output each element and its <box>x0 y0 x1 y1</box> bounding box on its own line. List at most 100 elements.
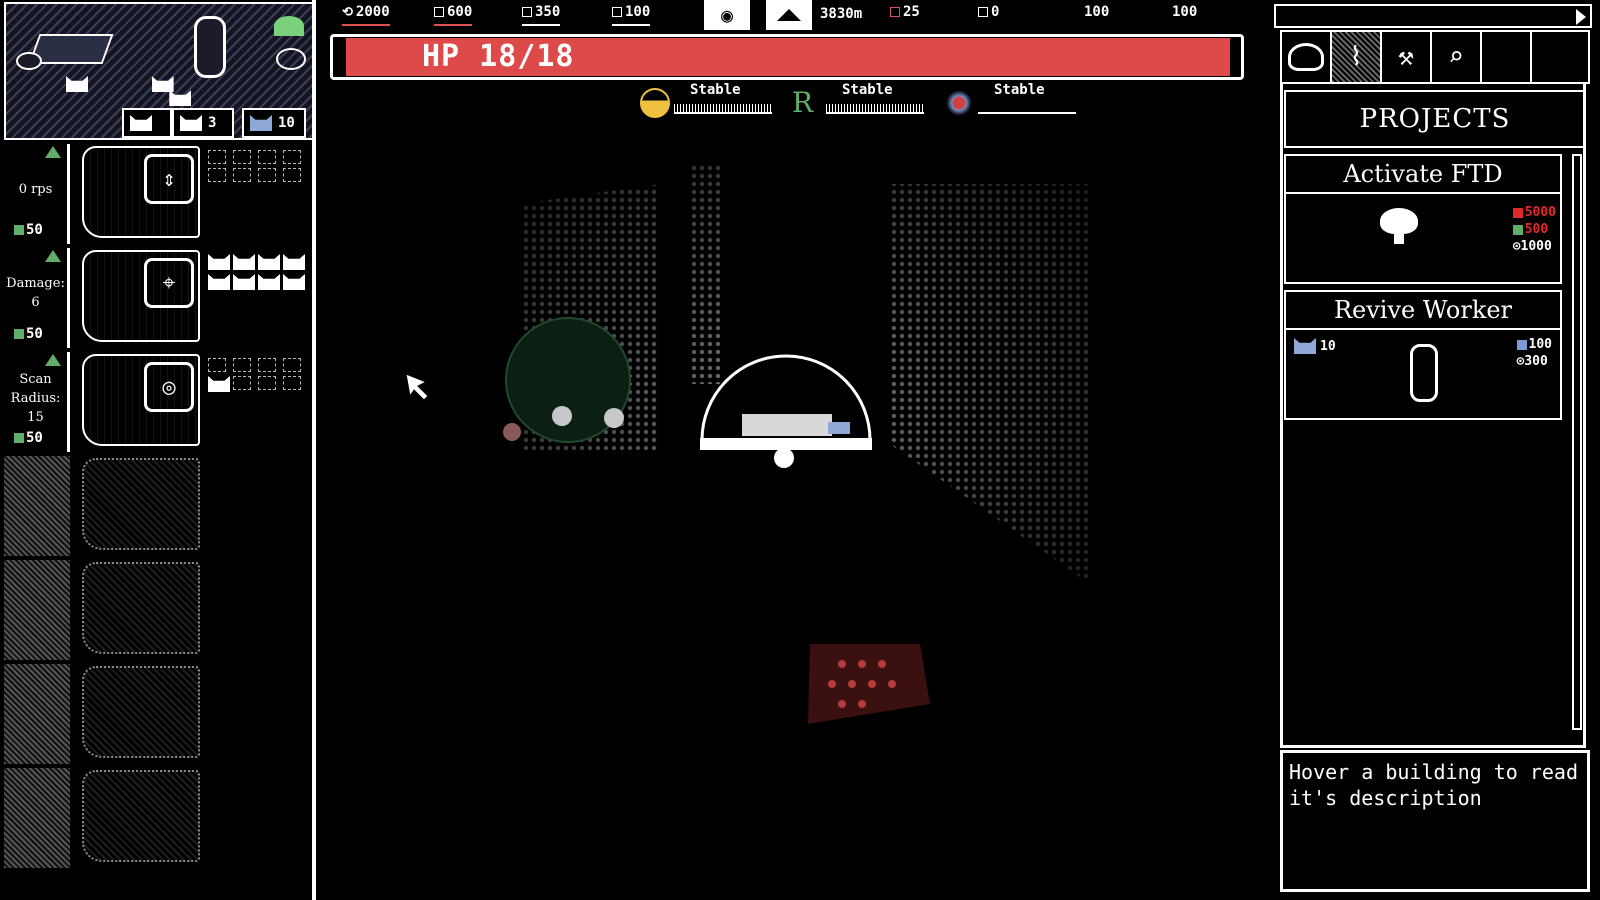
tab-dome[interactable] <box>1282 32 1332 82</box>
locked-hatch <box>4 560 70 660</box>
target-icon: ⌖ <box>144 258 194 308</box>
tab-search[interactable]: ⌕ <box>1432 32 1482 82</box>
worker-cat-icon[interactable] <box>208 274 230 290</box>
total-workers-count: 10 <box>278 115 295 131</box>
red-ore-icon <box>890 7 900 17</box>
worker-cat-icon <box>151 76 174 92</box>
worker-cat-icon <box>66 76 88 92</box>
station-stat-label: 0 rps <box>18 182 53 197</box>
empty-slot-icon[interactable] <box>258 150 276 164</box>
rock-wall-right <box>890 184 1090 584</box>
empty-slot-icon[interactable] <box>233 376 251 390</box>
vision-toggle-button[interactable]: ◉ <box>704 0 750 30</box>
projects-scrollbar[interactable] <box>1572 154 1582 730</box>
worker-cat-icon[interactable] <box>208 254 230 270</box>
cost-time: ⊙1000 <box>1512 239 1552 254</box>
gauge-bar <box>826 104 924 114</box>
upgrade-arrow-icon[interactable] <box>45 250 61 262</box>
cost-time: ⊙300 <box>1516 354 1548 369</box>
stool-icon <box>16 52 42 70</box>
worker-cat-icon[interactable] <box>233 274 255 290</box>
dome-icon <box>1288 43 1324 71</box>
worker-slots[interactable] <box>208 254 308 290</box>
locked-machine <box>82 770 200 862</box>
worker-cat-icon <box>180 115 202 131</box>
counter-a: 100 <box>1084 4 1110 20</box>
station-machine[interactable]: ⌖ <box>82 250 200 342</box>
upgrade-arrow-icon[interactable] <box>45 146 61 158</box>
worker-slots[interactable] <box>208 150 308 182</box>
project-title-revive-worker[interactable]: Revive Worker <box>1284 290 1562 330</box>
ftd-icon-stem <box>1394 234 1404 244</box>
tab-build[interactable]: ⚒ <box>1382 32 1432 82</box>
empty-slot-icon[interactable] <box>258 376 276 390</box>
plant-icon <box>274 16 304 36</box>
project-activate-ftd[interactable]: 5000 500 ⊙1000 <box>1284 194 1562 284</box>
r-icon: R <box>792 86 814 119</box>
map-icon: ⌇ <box>1349 42 1363 72</box>
spore-gauge: Stable <box>944 82 1084 122</box>
locked-station <box>0 766 314 870</box>
project-costs: 100 ⊙300 <box>1516 336 1552 370</box>
worker-cat-icon[interactable] <box>258 274 280 290</box>
empty-slot-icon[interactable] <box>283 376 301 390</box>
cost-cobalt: 100 <box>1516 336 1552 353</box>
gauge-bar <box>978 104 1076 114</box>
locked-station <box>0 558 314 662</box>
worker-cat-icon[interactable] <box>208 376 230 392</box>
worker-slots[interactable] <box>208 358 308 392</box>
dome-base <box>700 438 872 450</box>
monster-icon <box>503 423 521 441</box>
station-scanner[interactable]: Scan Radius: 15 50 ◎ <box>0 350 314 454</box>
plus-icon <box>978 7 988 17</box>
cobalt-icon <box>522 7 532 17</box>
capsule-icon <box>194 16 226 78</box>
mine-view[interactable] <box>330 124 1248 900</box>
empty-slot-icon[interactable] <box>283 358 301 372</box>
project-costs: 5000 500 ⊙1000 <box>1512 204 1556 255</box>
worker-cat-icon[interactable] <box>258 254 280 270</box>
worker-cat-icon[interactable] <box>233 254 255 270</box>
ghost-worker-icon <box>250 115 272 131</box>
building-description: Hover a building to read it's descriptio… <box>1280 750 1590 892</box>
resource-bar: ⟲ 2000 600 350 100 ◉ 3830m 25 0 100 100 <box>330 0 1242 30</box>
station-stat: Scan Radius: 15 50 <box>4 352 70 452</box>
station-drill[interactable]: 0 rps 50 ⇕ <box>0 142 314 246</box>
empty-slot-icon[interactable] <box>283 168 301 182</box>
empty-slot-icon[interactable] <box>258 358 276 372</box>
empty-slot-icon[interactable] <box>233 168 251 182</box>
empty-slot-icon[interactable] <box>283 150 301 164</box>
counter-b: 100 <box>1172 4 1198 20</box>
empty-slot-icon[interactable] <box>258 168 276 182</box>
upgrade-arrow-icon[interactable] <box>45 354 61 366</box>
capsule-icon <box>1410 344 1438 402</box>
station-laser[interactable]: Damage: 6 50 ⌖ <box>0 246 314 350</box>
water-icon <box>434 7 444 17</box>
play-icon[interactable] <box>1576 9 1586 25</box>
project-title-activate-ftd[interactable]: Activate FTD <box>1284 154 1562 194</box>
rock-column <box>690 164 720 384</box>
empty-slot-icon[interactable] <box>208 358 226 372</box>
station-machine[interactable]: ◎ <box>82 354 200 446</box>
project-revive-worker[interactable]: 10 100 ⊙300 <box>1284 330 1562 420</box>
eye-icon: ◉ <box>720 3 734 27</box>
station-cost: 50 <box>14 325 43 344</box>
worker-cat-icon[interactable] <box>283 254 305 270</box>
station-cost: 50 <box>14 221 43 240</box>
ascend-button[interactable] <box>766 0 812 30</box>
tab-map[interactable]: ⌇ <box>1332 32 1382 82</box>
cost-green-ore: 500 <box>1512 221 1556 238</box>
empty-slot-icon[interactable] <box>233 358 251 372</box>
cost-iron: 5000 <box>1512 204 1556 221</box>
iron-icon <box>1512 207 1523 218</box>
gauge-label: Stable <box>842 82 893 98</box>
cursor-icon <box>405 373 429 401</box>
total-workers-badge: 10 <box>242 108 306 138</box>
worker-cat-icon <box>169 90 192 106</box>
green-ore-icon <box>612 7 622 17</box>
empty-slot-icon[interactable] <box>208 168 226 182</box>
station-machine[interactable]: ⇕ <box>82 146 200 238</box>
empty-slot-icon[interactable] <box>233 150 251 164</box>
empty-slot-icon[interactable] <box>208 150 226 164</box>
worker-cat-icon[interactable] <box>283 274 305 290</box>
